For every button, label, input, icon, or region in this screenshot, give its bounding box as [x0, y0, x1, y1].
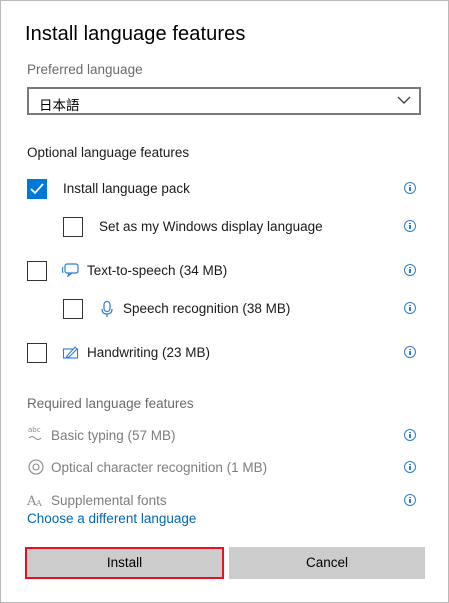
checkmark-icon: [30, 183, 44, 195]
basic-typing-label: Basic typing (57 MB): [51, 428, 176, 443]
ocr-eye-icon: [28, 459, 44, 475]
required-feature-ocr: Optical character recognition (1 MB): [27, 457, 427, 481]
abc-typing-icon: abc: [28, 426, 42, 440]
preferred-language-dropdown[interactable]: 日本語: [27, 87, 421, 115]
text-to-speech-checkbox[interactable]: [27, 261, 47, 281]
dialog-title: Install language features: [25, 23, 246, 45]
svg-text:abc: abc: [28, 426, 41, 434]
install-button[interactable]: Install: [25, 547, 224, 579]
info-icon[interactable]: [404, 264, 416, 276]
info-icon[interactable]: [404, 429, 416, 441]
info-icon[interactable]: [404, 494, 416, 506]
info-icon[interactable]: [404, 182, 416, 194]
font-icon: A A: [27, 494, 42, 509]
pen-icon: [62, 346, 79, 359]
text-to-speech-label: Text-to-speech (34 MB): [87, 263, 228, 278]
optional-feature-language-pack: Install language pack: [27, 178, 427, 202]
install-language-dialog: Install language features Preferred lang…: [0, 0, 449, 603]
ocr-label: Optical character recognition (1 MB): [51, 460, 268, 475]
cancel-button[interactable]: Cancel: [229, 547, 425, 579]
handwriting-checkbox[interactable]: [27, 343, 47, 363]
optional-features-heading: Optional language features: [27, 145, 190, 160]
required-feature-basic-typing: abc Basic typing (57 MB): [27, 425, 427, 449]
chevron-down-icon: [397, 96, 411, 104]
info-icon[interactable]: [404, 220, 416, 232]
speech-bubble-icon: [62, 263, 79, 278]
required-features-heading: Required language features: [27, 396, 194, 411]
speech-recognition-checkbox[interactable]: [63, 299, 83, 319]
display-language-checkbox[interactable]: [63, 217, 83, 237]
optional-feature-display-language: Set as my Windows display language: [27, 216, 427, 240]
handwriting-label: Handwriting (23 MB): [87, 345, 211, 360]
info-icon[interactable]: [404, 461, 416, 473]
choose-different-language-link[interactable]: Choose a different language: [27, 511, 196, 526]
optional-feature-text-to-speech: Text-to-speech (34 MB): [27, 260, 427, 284]
preferred-language-label: Preferred language: [27, 62, 143, 77]
svg-text:A: A: [35, 499, 42, 508]
install-language-pack-label: Install language pack: [63, 181, 190, 196]
install-language-pack-checkbox[interactable]: [27, 179, 47, 199]
info-icon[interactable]: [404, 302, 416, 314]
preferred-language-value: 日本語: [39, 98, 80, 114]
speech-recognition-label: Speech recognition (38 MB): [123, 301, 291, 316]
optional-feature-handwriting: Handwriting (23 MB): [27, 342, 427, 366]
supplemental-fonts-label: Supplemental fonts: [51, 493, 167, 508]
microphone-icon: [101, 300, 113, 317]
display-language-label: Set as my Windows display language: [99, 219, 323, 234]
optional-feature-speech-recognition: Speech recognition (38 MB): [27, 298, 427, 322]
info-icon[interactable]: [404, 346, 416, 358]
